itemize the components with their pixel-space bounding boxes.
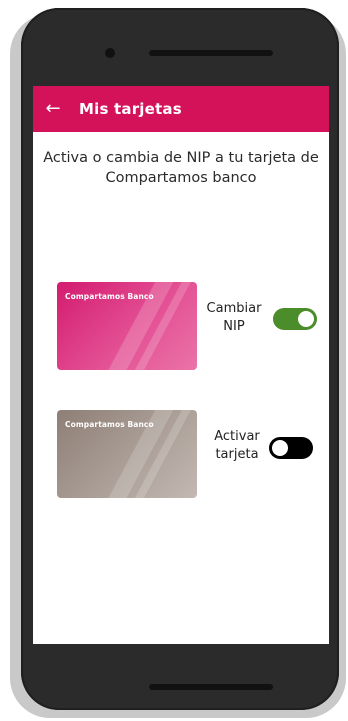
arrow-left-icon[interactable]: ← xyxy=(41,86,65,132)
page-title: Mis tarjetas xyxy=(79,100,182,118)
card-image: Compartamos Banco xyxy=(57,410,197,498)
camera-icon xyxy=(105,48,115,58)
label-line: tarjeta xyxy=(215,447,259,462)
activate-card-label: Activar tarjeta xyxy=(209,428,265,464)
card-row-nip: Compartamos Banco Cambiar NIP xyxy=(33,282,329,374)
label-line: NIP xyxy=(223,319,245,334)
home-bar xyxy=(149,684,273,690)
card-row-activate: Compartamos Banco Activar tarjeta xyxy=(33,410,329,502)
card-brand-label: Compartamos Banco xyxy=(65,292,154,301)
speaker-grille xyxy=(149,50,273,56)
app-screen: ← Mis tarjetas Activa o cambia de NIP a … xyxy=(33,86,329,644)
change-nip-toggle[interactable] xyxy=(273,308,317,330)
toggle-knob xyxy=(298,311,314,327)
card-brand-label: Compartamos Banco xyxy=(65,420,154,429)
card-image: Compartamos Banco xyxy=(57,282,197,370)
change-nip-label: Cambiar NIP xyxy=(205,300,263,336)
app-bar: ← Mis tarjetas xyxy=(33,86,329,132)
toggle-knob xyxy=(272,440,288,456)
instructions-text: Activa o cambia de NIP a tu tarjeta de C… xyxy=(43,150,319,186)
label-line: Activar xyxy=(214,429,260,444)
activate-card-toggle[interactable] xyxy=(269,437,313,459)
label-line: Cambiar xyxy=(206,301,262,316)
